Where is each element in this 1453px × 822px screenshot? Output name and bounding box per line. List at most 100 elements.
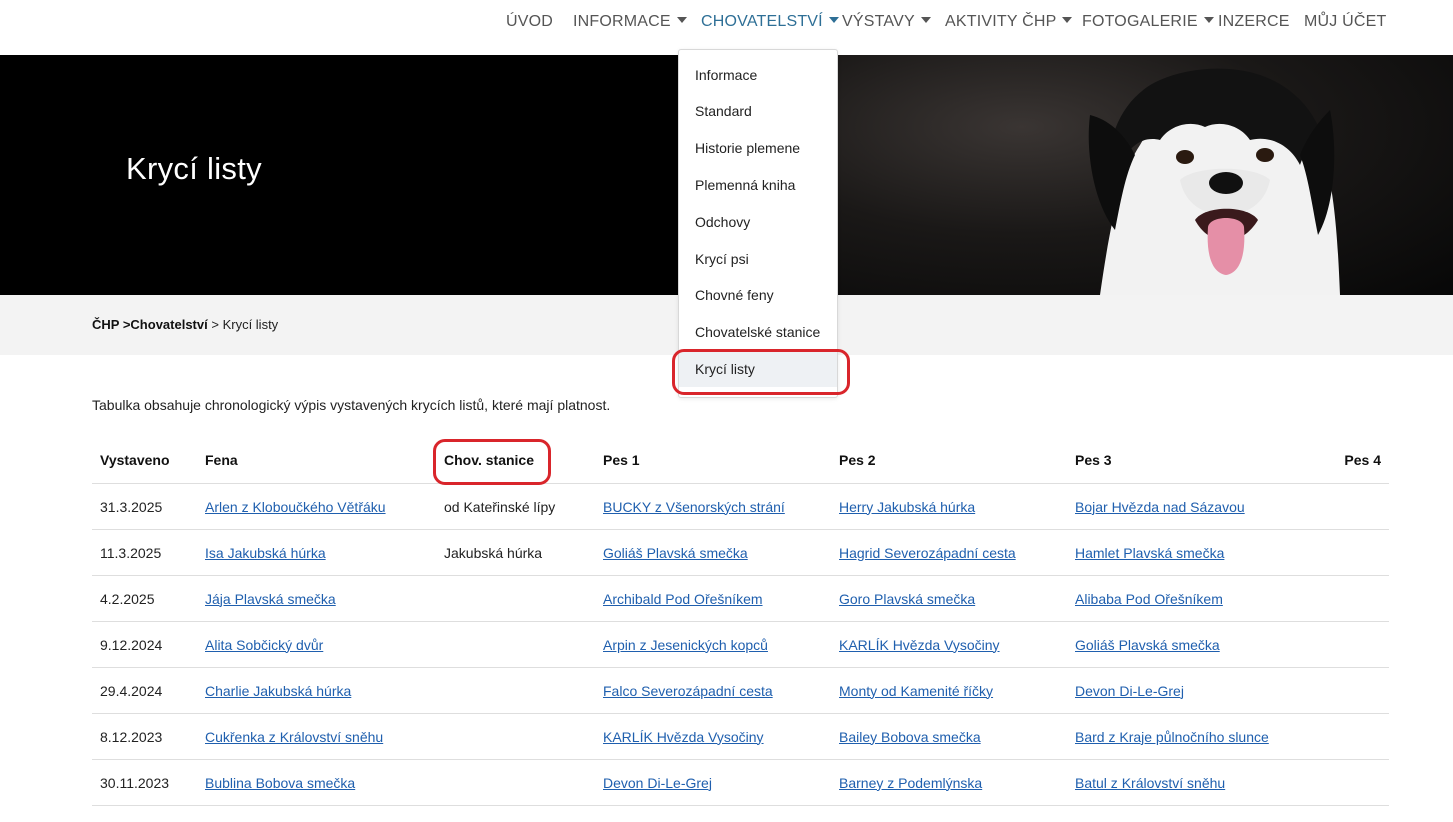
nav-item-informace[interactable]: INFORMACE (573, 11, 687, 33)
breadcrumb-separator: > (207, 317, 223, 332)
pes1-cell: KARLÍK Hvězda Vysočiny (595, 713, 831, 760)
pes4-cell (1317, 529, 1389, 576)
pes1-cell: Arpin z Jesenických kopců (595, 621, 831, 668)
nav-item-uvod[interactable]: ÚVOD (506, 11, 553, 33)
table-row: 9.12.2024 Alita Sobčický dvůr Arpin z Je… (92, 621, 1389, 668)
date-cell: 30.11.2023 (92, 759, 197, 806)
nav-item-muj-ucet[interactable]: MŮJ ÚČET (1304, 11, 1386, 33)
pes4-cell (1317, 713, 1389, 760)
pes3-cell: Goliáš Plavská smečka (1067, 621, 1317, 668)
pes2-cell: Hagrid Severozápadní cesta (831, 529, 1067, 576)
dropdown-item-standard[interactable]: Standard (679, 94, 837, 129)
fena-link[interactable]: Charlie Jakubská húrka (205, 683, 351, 699)
pes4-cell (1317, 667, 1389, 714)
pes-link[interactable]: Herry Jakubská húrka (839, 499, 975, 515)
pes4-cell (1317, 575, 1389, 622)
chevron-down-icon (1203, 16, 1214, 23)
kennel-cell: od Kateřinské lípy (436, 483, 595, 530)
dropdown-item-kryci-psi[interactable]: Krycí psi (679, 242, 837, 277)
column-header: Pes 2 (831, 437, 1067, 484)
pes3-cell: Alibaba Pod Ořešníkem (1067, 575, 1317, 622)
dropdown-item-chovne-feny[interactable]: Chovné feny (679, 278, 837, 313)
column-header: Chov. stanice (436, 437, 595, 484)
fena-link[interactable]: Isa Jakubská húrka (205, 545, 326, 561)
dog-illustration (1088, 68, 1340, 295)
chevron-down-icon (828, 16, 839, 23)
pes-link[interactable]: Devon Di-Le-Grej (603, 775, 712, 791)
nav-item-chovatelstvi[interactable]: CHOVATELSTVÍ (701, 11, 839, 33)
pes3-cell: Batul z Království sněhu (1067, 759, 1317, 806)
pes-link[interactable]: Archibald Pod Ořešníkem (603, 591, 763, 607)
nav-item-fotogalerie[interactable]: FOTOGALERIE (1082, 11, 1214, 33)
page-title: Krycí listy (126, 151, 262, 186)
mating-certificates-table: Vystaveno Fena Chov. stanice Pes 1 Pes 2… (92, 437, 1389, 806)
fena-link[interactable]: Jája Plavská smečka (205, 591, 336, 607)
pes-link[interactable]: Barney z Podemlýnska (839, 775, 982, 791)
dropdown-item-plemenna-kniha[interactable]: Plemenná kniha (679, 168, 837, 203)
pes-link[interactable]: Devon Di-Le-Grej (1075, 683, 1184, 699)
fena-cell: Arlen z Kloboučkého Větřáku (197, 483, 436, 530)
dropdown-item-chovatelske-stanice[interactable]: Chovatelské stanice (679, 315, 837, 350)
column-header: Pes 4 (1317, 437, 1389, 484)
pes-link[interactable]: BUCKY z Všenorských strání (603, 499, 785, 515)
nav-item-vystavy[interactable]: VÝSTAVY (842, 11, 931, 33)
pes-link[interactable]: Monty od Kamenité říčky (839, 683, 993, 699)
fena-cell: Alita Sobčický dvůr (197, 621, 436, 668)
pes-link[interactable]: Bard z Kraje půlnočního slunce (1075, 729, 1269, 745)
date-cell: 11.3.2025 (92, 529, 197, 576)
top-navigation: ÚVOD INFORMACE CHOVATELSTVÍ VÝSTAVY AKTI… (0, 0, 1453, 55)
table-header-row: Vystaveno Fena Chov. stanice Pes 1 Pes 2… (92, 437, 1389, 484)
pes-link[interactable]: KARLÍK Hvězda Vysočiny (839, 637, 1000, 653)
intro-text: Tabulka obsahuje chronologický výpis vys… (92, 397, 611, 413)
breadcrumb: ČHP >Chovatelství > Krycí listy (92, 317, 278, 332)
pes-link[interactable]: Hamlet Plavská smečka (1075, 545, 1224, 561)
chevron-down-icon (1062, 16, 1073, 23)
date-cell: 31.3.2025 (92, 483, 197, 530)
fena-cell: Charlie Jakubská húrka (197, 667, 436, 714)
kennel-cell (436, 621, 595, 668)
dropdown-item-odchovy[interactable]: Odchovy (679, 205, 837, 240)
fena-link[interactable]: Cukřenka z Království sněhu (205, 729, 383, 745)
pes-link[interactable]: Arpin z Jesenických kopců (603, 637, 768, 653)
breadcrumb-section[interactable]: Chovatelství (130, 317, 207, 332)
dropdown-item-informace[interactable]: Informace (679, 58, 837, 93)
pes2-cell: KARLÍK Hvězda Vysočiny (831, 621, 1067, 668)
fena-cell: Jája Plavská smečka (197, 575, 436, 622)
date-cell: 8.12.2023 (92, 713, 197, 760)
fena-link[interactable]: Arlen z Kloboučkého Větřáku (205, 499, 386, 515)
pes-link[interactable]: KARLÍK Hvězda Vysočiny (603, 729, 764, 745)
nav-item-aktivity[interactable]: AKTIVITY ČHP (945, 11, 1073, 33)
date-cell: 29.4.2024 (92, 667, 197, 714)
column-header: Vystaveno (92, 437, 197, 484)
pes2-cell: Goro Plavská smečka (831, 575, 1067, 622)
breadcrumb-current: Krycí listy (222, 317, 279, 332)
fena-cell: Isa Jakubská húrka (197, 529, 436, 576)
column-header: Pes 3 (1067, 437, 1317, 484)
chovatelstvi-dropdown-menu: Informace Standard Historie plemene Plem… (678, 49, 838, 398)
pes-link[interactable]: Bailey Bobova smečka (839, 729, 981, 745)
pes3-cell: Devon Di-Le-Grej (1067, 667, 1317, 714)
breadcrumb-root[interactable]: ČHP > (92, 317, 130, 332)
dropdown-item-historie-plemene[interactable]: Historie plemene (679, 131, 837, 166)
dropdown-item-kryci-listy[interactable]: Krycí listy (679, 352, 837, 387)
kennel-cell (436, 667, 595, 714)
pes-link[interactable]: Goliáš Plavská smečka (1075, 637, 1220, 653)
fena-cell: Bublina Bobova smečka (197, 759, 436, 806)
fena-cell: Cukřenka z Království sněhu (197, 713, 436, 760)
pes4-cell (1317, 483, 1389, 530)
kennel-cell (436, 759, 595, 806)
fena-link[interactable]: Alita Sobčický dvůr (205, 637, 323, 653)
fena-link[interactable]: Bublina Bobova smečka (205, 775, 355, 791)
pes-link[interactable]: Batul z Království sněhu (1075, 775, 1225, 791)
chevron-down-icon (920, 16, 931, 23)
pes-link[interactable]: Falco Severozápadní cesta (603, 683, 773, 699)
pes-link[interactable]: Hagrid Severozápadní cesta (839, 545, 1016, 561)
pes2-cell: Barney z Podemlýnska (831, 759, 1067, 806)
table-row: 31.3.2025 Arlen z Kloboučkého Větřáku od… (92, 483, 1389, 530)
pes-link[interactable]: Goro Plavská smečka (839, 591, 975, 607)
pes-link[interactable]: Alibaba Pod Ořešníkem (1075, 591, 1223, 607)
nav-item-inzerce[interactable]: INZERCE (1218, 11, 1290, 33)
pes-link[interactable]: Bojar Hvězda nad Sázavou (1075, 499, 1245, 515)
table-row: 11.3.2025 Isa Jakubská húrka Jakubská hú… (92, 529, 1389, 576)
pes-link[interactable]: Goliáš Plavská smečka (603, 545, 748, 561)
